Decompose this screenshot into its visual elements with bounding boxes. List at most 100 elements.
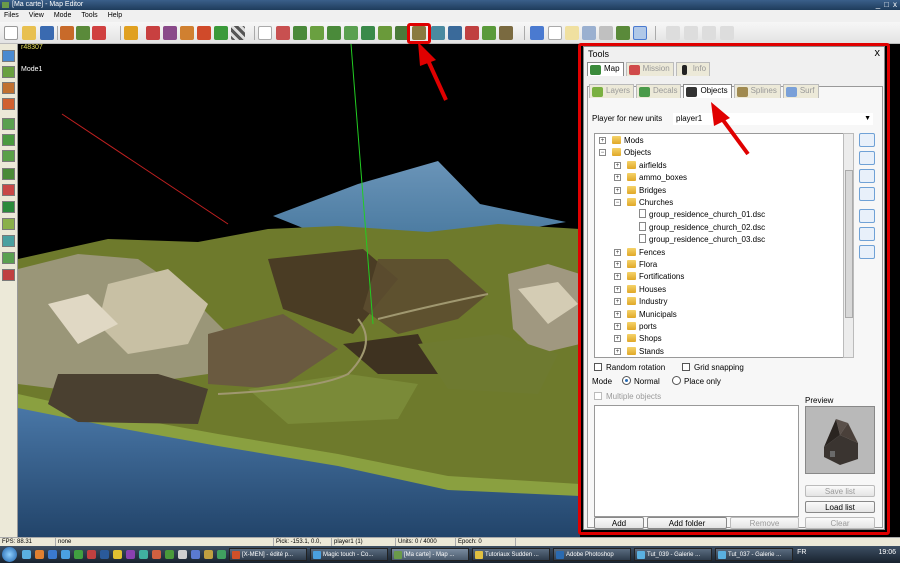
expand-icon[interactable]: +: [614, 323, 621, 330]
remove-button[interactable]: Remove: [730, 517, 799, 529]
grass-icon[interactable]: [214, 26, 228, 40]
expand-icon[interactable]: +: [614, 248, 621, 256]
tree-folder-item[interactable]: + airfields: [614, 160, 667, 172]
terrain-tool-icon[interactable]: [2, 66, 15, 78]
house-icon[interactable]: [859, 133, 875, 147]
tree-folder-item[interactable]: + ports: [614, 321, 657, 333]
close-window-button[interactable]: x: [893, 0, 897, 10]
plant-category-icon[interactable]: [859, 187, 875, 201]
quicklaunch-icon[interactable]: [178, 550, 187, 559]
tree-folder-item[interactable]: + Houses: [614, 284, 666, 296]
tab-splines[interactable]: Splines: [733, 84, 781, 98]
tree-tool-icon[interactable]: [2, 201, 15, 213]
bench-icon[interactable]: [859, 151, 875, 165]
rock-icon[interactable]: [499, 26, 513, 40]
add-button[interactable]: Add: [594, 517, 644, 529]
expand-icon[interactable]: +: [614, 347, 621, 355]
expand-icon[interactable]: +: [614, 161, 621, 169]
tree-scrollbar-thumb[interactable]: [845, 170, 853, 318]
grid-tool-icon[interactable]: [2, 118, 15, 130]
quicklaunch-icon[interactable]: [74, 550, 83, 559]
menu-view[interactable]: View: [29, 10, 44, 22]
expand-icon[interactable]: +: [599, 137, 606, 144]
task-xmen[interactable]: [X-MEN] - édité p...: [229, 548, 307, 561]
clock[interactable]: 19:06: [878, 549, 896, 556]
unit-icon[interactable]: [276, 26, 290, 40]
task-magic-touch[interactable]: Magic touch - Co...: [310, 548, 388, 561]
tab-info[interactable]: Info: [675, 62, 711, 76]
clear-button[interactable]: Clear: [805, 517, 875, 529]
load-list-button[interactable]: Load list: [805, 501, 875, 513]
quicklaunch-icon[interactable]: [165, 550, 174, 559]
undo-icon[interactable]: [124, 26, 138, 40]
cursor-icon[interactable]: [258, 26, 272, 40]
mode-place-only-option[interactable]: Place only: [672, 376, 721, 386]
select-icon[interactable]: [2, 50, 15, 62]
panel-close-button[interactable]: x: [875, 47, 881, 59]
export-icon[interactable]: [60, 26, 74, 40]
gear-icon[interactable]: [859, 245, 875, 259]
expand-icon[interactable]: +: [614, 174, 621, 182]
tree-folder-item[interactable]: + Fences: [614, 247, 665, 259]
player-select[interactable]: player1 ▼: [673, 113, 873, 125]
quicklaunch-icon[interactable]: [152, 550, 161, 559]
water-tool-icon[interactable]: [2, 235, 15, 247]
building-tool-icon[interactable]: [2, 98, 15, 110]
sea-icon[interactable]: [448, 26, 462, 40]
terrain-icon[interactable]: [76, 26, 90, 40]
bush-tool-icon[interactable]: [2, 218, 15, 230]
tree-folder-item[interactable]: − Churches: [614, 197, 673, 209]
vehicle-icon[interactable]: [859, 209, 875, 223]
task-map-editor[interactable]: [Ma carte] - Map ...: [391, 548, 469, 561]
window-icon[interactable]: [530, 26, 544, 40]
quicklaunch-icon[interactable]: [35, 550, 44, 559]
tree-folder-item[interactable]: + Bridges: [614, 185, 666, 197]
tree-folder-item[interactable]: − Objects: [599, 147, 651, 159]
new-file-icon[interactable]: [4, 26, 18, 40]
flag-tool-icon[interactable]: [2, 269, 15, 281]
field-tool-icon[interactable]: [2, 150, 15, 162]
expand-icon[interactable]: +: [614, 186, 621, 194]
quicklaunch-icon[interactable]: [204, 550, 213, 559]
save-list-button[interactable]: Save list: [805, 485, 875, 497]
object-list[interactable]: [594, 405, 799, 517]
mode-normal-option[interactable]: Normal: [622, 376, 660, 386]
expand-icon[interactable]: +: [614, 261, 621, 268]
tree-folder-item[interactable]: + Industry: [614, 296, 667, 308]
properties-icon[interactable]: [582, 26, 596, 40]
tab-mission[interactable]: Mission: [625, 62, 674, 76]
menu-help[interactable]: Help: [108, 10, 122, 22]
crop-icon[interactable]: [378, 26, 392, 40]
tree-folder-item[interactable]: + Mods: [599, 135, 644, 147]
unit-tool-icon[interactable]: [2, 184, 15, 196]
expand-icon[interactable]: +: [614, 285, 621, 293]
menu-files[interactable]: Files: [4, 10, 19, 22]
note-icon[interactable]: [565, 26, 579, 40]
minimize-button[interactable]: _: [876, 0, 880, 10]
quicklaunch-icon[interactable]: [22, 550, 31, 559]
tree-folder-item[interactable]: + Shops: [614, 333, 662, 345]
tree-icon[interactable]: [293, 26, 307, 40]
list-icon[interactable]: [599, 26, 613, 40]
add-folder-button[interactable]: Add folder: [647, 517, 727, 529]
task-tut037[interactable]: Tut_037 - Galerie ...: [715, 548, 793, 561]
expand-icon[interactable]: +: [614, 273, 621, 281]
document-icon[interactable]: [548, 26, 562, 40]
tree-folder-item[interactable]: + Stands: [614, 346, 664, 357]
random-rotation-option[interactable]: Random rotation: [594, 363, 665, 372]
magnet-icon[interactable]: [92, 26, 106, 40]
maximize-button[interactable]: □: [884, 0, 889, 10]
checker-icon[interactable]: [231, 26, 245, 40]
minimap-icon[interactable]: [616, 26, 630, 40]
quicklaunch-icon[interactable]: [100, 550, 109, 559]
vegetation-icon[interactable]: [327, 26, 341, 40]
tree-file-item[interactable]: group_residence_church_01.dsc: [629, 209, 765, 221]
road-icon[interactable]: [310, 26, 324, 40]
quicklaunch-icon[interactable]: [191, 550, 200, 559]
collapse-icon[interactable]: −: [599, 149, 606, 157]
random-rotation-checkbox[interactable]: [594, 363, 602, 371]
tree-folder-item[interactable]: + Flora: [614, 259, 657, 271]
forest-tool-icon[interactable]: [2, 168, 15, 180]
quicklaunch-icon[interactable]: [113, 550, 122, 559]
quicklaunch-icon[interactable]: [126, 550, 135, 559]
